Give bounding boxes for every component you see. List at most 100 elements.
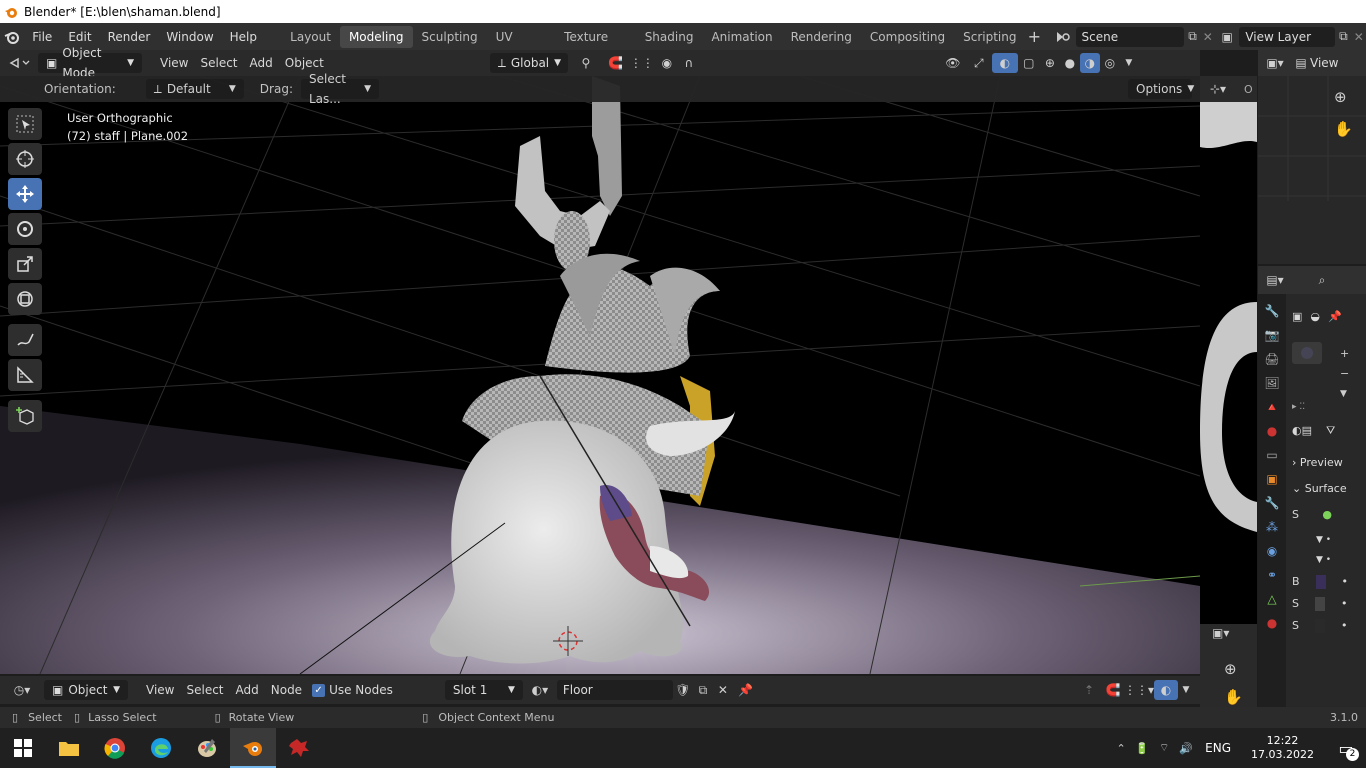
node-overlays-icon[interactable]: ◐ xyxy=(1154,680,1178,700)
delete-scene-icon[interactable]: ✕ xyxy=(1201,30,1216,44)
mini-editor-type-icon[interactable]: ⊹▾ xyxy=(1200,82,1236,96)
unlink-material-icon[interactable]: ✕ xyxy=(713,683,733,697)
select-box-tool[interactable] xyxy=(8,108,42,140)
falloff-icon[interactable]: ∩ xyxy=(678,56,700,70)
tab-layout[interactable]: Layout xyxy=(281,26,340,48)
node-menu-view[interactable]: View xyxy=(140,680,180,700)
measure-tool[interactable] xyxy=(8,359,42,391)
battery-icon[interactable]: 🔋 xyxy=(1131,742,1153,755)
right-mini-viewport[interactable]: ⊹▾ O xyxy=(1200,76,1257,624)
slot-specials-icon[interactable]: ▼ xyxy=(1340,384,1349,404)
wireframe-shading-icon[interactable]: ⊕ xyxy=(1040,56,1060,70)
surface-panel-header[interactable]: ⌄ Surface xyxy=(1292,478,1366,500)
wifi-icon[interactable]: ⌔ xyxy=(1153,741,1175,755)
new-view-layer-icon[interactable]: ⧉ xyxy=(1335,29,1351,44)
surface-row-1[interactable]: S ● xyxy=(1292,508,1332,521)
output-properties-icon[interactable]: 🖨 xyxy=(1264,352,1279,366)
hand-pan-icon[interactable]: ✋ xyxy=(1334,120,1353,138)
properties-search-icon[interactable]: ⌕ xyxy=(1292,273,1352,288)
tab-uv-editing[interactable]: UV Editing xyxy=(487,26,556,66)
shading-options-icon[interactable]: ▼ xyxy=(1120,58,1138,68)
language-indicator[interactable]: ENG xyxy=(1205,741,1231,755)
remove-slot-icon[interactable]: − xyxy=(1340,364,1349,384)
view-menu[interactable]: View xyxy=(1310,56,1338,70)
node-snap-icon[interactable]: 🧲 xyxy=(1102,683,1124,697)
material-name-field[interactable]: Floor xyxy=(556,680,673,700)
options-dropdown[interactable]: Options ▼ xyxy=(1128,79,1194,99)
node-menu-add[interactable]: Add xyxy=(230,680,265,700)
node-menu-select[interactable]: Select xyxy=(180,680,229,700)
xray-icon[interactable]: ▢ xyxy=(1018,56,1040,70)
material-sphere-icon[interactable]: ◒ xyxy=(1310,310,1320,323)
surface-row-base[interactable]: B • xyxy=(1292,575,1366,589)
edge-icon[interactable] xyxy=(138,728,184,768)
data-properties-icon[interactable]: △ xyxy=(1267,592,1276,606)
constraints-properties-icon[interactable]: ⚭ xyxy=(1267,568,1277,582)
parent-node-icon[interactable]: ⇡ xyxy=(1076,683,1102,697)
browse-material-icon-2[interactable]: ◐▾ xyxy=(523,683,557,697)
duplicate-material-icon[interactable]: ⧉ xyxy=(693,683,713,698)
paint-icon[interactable] xyxy=(184,728,230,768)
node-snap-element-icon[interactable]: ⋮⋮▾ xyxy=(1124,683,1154,697)
rotate-tool[interactable] xyxy=(8,213,42,245)
add-slot-icon[interactable]: + xyxy=(1340,344,1349,364)
windows-start-icon[interactable] xyxy=(0,728,46,768)
solid-shading-icon[interactable]: ● xyxy=(1060,56,1080,70)
proportional-edit-icon[interactable]: ◉ xyxy=(656,56,678,70)
tab-shading[interactable]: Shading xyxy=(636,26,703,48)
chrome-icon[interactable] xyxy=(92,728,138,768)
browse-material-icon[interactable]: ◐▤ xyxy=(1292,424,1312,438)
node-hand-icon[interactable]: ✋ xyxy=(1224,688,1243,706)
node-tree-icon[interactable]: ⛛ xyxy=(1326,424,1335,438)
material-browse-row[interactable]: ◐▤ ⛛ xyxy=(1292,424,1366,438)
collection-properties-icon[interactable]: ▭ xyxy=(1266,448,1277,462)
file-explorer-icon[interactable] xyxy=(46,728,92,768)
tab-scripting[interactable]: Scripting xyxy=(954,26,1025,48)
rendered-shading-icon[interactable]: ◎ xyxy=(1100,56,1120,70)
editor-type-icon-2[interactable]: ▣▾ xyxy=(1258,56,1292,70)
view-layer-field[interactable]: View Layer xyxy=(1239,26,1336,47)
scale-tool[interactable] xyxy=(8,248,42,280)
overlays-icon[interactable]: ◐ xyxy=(991,53,1018,73)
tab-sculpting[interactable]: Sculpting xyxy=(413,26,487,48)
scene-icon[interactable] xyxy=(1051,30,1075,44)
3d-viewport[interactable] xyxy=(0,76,1200,674)
move-tool[interactable] xyxy=(8,178,42,210)
add-workspace-icon[interactable]: + xyxy=(1026,27,1044,46)
tab-modeling[interactable]: Modeling xyxy=(339,25,413,48)
slot-dropdown[interactable]: Slot 1 ▼ xyxy=(444,680,523,700)
zoom-icon[interactable]: ⊕ xyxy=(1334,88,1347,106)
node-menu-node[interactable]: Node xyxy=(265,680,308,700)
view-menu-icon[interactable]: ▤ xyxy=(1292,56,1310,70)
object-properties-icon[interactable]: ▣ xyxy=(1266,472,1277,486)
scene-field[interactable]: Scene xyxy=(1075,26,1185,47)
annotate-tool[interactable] xyxy=(8,324,42,356)
snap-icon[interactable]: 🧲 xyxy=(604,56,628,70)
view-layer-icon[interactable]: ▣ xyxy=(1215,30,1239,44)
new-scene-icon[interactable]: ⧉ xyxy=(1184,29,1200,44)
view-layer-properties-icon[interactable]: 🖼 xyxy=(1264,376,1279,390)
game-app-icon[interactable] xyxy=(276,728,322,768)
render-properties-icon[interactable]: 📷 xyxy=(1265,328,1280,342)
mini-node-editor-icon[interactable]: ▣▾ xyxy=(1212,626,1229,640)
world-properties-icon[interactable]: ● xyxy=(1267,424,1277,438)
surface-row-s2[interactable]: S • xyxy=(1292,619,1366,633)
upper-right-editor[interactable]: ▣▾ ▤ View ⊕ ✋ xyxy=(1258,50,1366,264)
surface-dropdown-1[interactable]: ▼ • xyxy=(1316,535,1366,545)
material-properties-icon[interactable]: ● xyxy=(1267,616,1277,630)
cursor-tool[interactable] xyxy=(8,143,42,175)
menu-file[interactable]: File xyxy=(24,26,60,48)
pin-icon[interactable]: 📌 xyxy=(1328,310,1342,323)
show-hidden-icons-icon[interactable]: ⌃ xyxy=(1111,742,1131,755)
node-mini-panel[interactable]: ▣▾ ⊕ ✋ xyxy=(1200,624,1257,708)
fake-user-icon[interactable]: 🛡 xyxy=(673,683,693,697)
use-nodes-checkbox[interactable]: ✓ Use Nodes xyxy=(312,683,393,697)
tab-rendering[interactable]: Rendering xyxy=(782,26,861,48)
menu-add[interactable]: Add xyxy=(244,53,279,73)
delete-view-layer-icon[interactable]: ✕ xyxy=(1351,30,1366,44)
editor-type-icon[interactable] xyxy=(0,56,38,70)
surface-row-s1[interactable]: S • xyxy=(1292,597,1366,611)
blender-menu-icon[interactable] xyxy=(0,29,24,45)
mode-dropdown[interactable]: ▣ Object Mode ▼ xyxy=(38,46,142,80)
tab-animation[interactable]: Animation xyxy=(702,26,781,48)
